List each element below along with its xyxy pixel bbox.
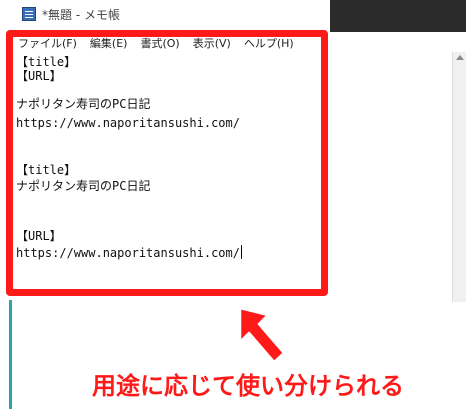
- background-window: [330, 0, 466, 34]
- menu-edit[interactable]: 編集(E): [90, 32, 135, 52]
- notepad-icon: [22, 7, 36, 21]
- arrow-icon: [238, 306, 286, 364]
- annotation-caption: 用途に応じて使い分けられる: [92, 372, 404, 400]
- text-editor[interactable]: 【title】 【URL】 ナポリタン寿司のPC日記 https://www.n…: [12, 52, 452, 302]
- editor-line: ナポリタン寿司のPC日記: [16, 97, 151, 111]
- editor-line: ナポリタン寿司のPC日記: [16, 179, 151, 193]
- window-title: *無題 - メモ帳: [42, 8, 120, 22]
- editor-line: 【URL】: [16, 229, 62, 243]
- menu-help[interactable]: ヘルプ(H): [244, 32, 301, 52]
- menu-file[interactable]: ファイル(F): [18, 32, 84, 52]
- editor-line: 【title】: [16, 163, 77, 177]
- editor-line: https://www.naporitansushi.com/: [16, 116, 240, 130]
- menu-view[interactable]: 表示(V): [193, 32, 238, 52]
- editor-line: 【URL】: [16, 69, 62, 83]
- menu-format[interactable]: 書式(O): [140, 32, 186, 52]
- menu-bar: ファイル(F) 編集(E) 書式(O) 表示(V) ヘルプ(H): [0, 32, 466, 52]
- editor-line-with-caret: https://www.naporitansushi.com/: [16, 245, 242, 261]
- vertical-scrollbar[interactable]: [452, 52, 466, 302]
- editor-line-text: https://www.naporitansushi.com/: [16, 246, 240, 260]
- window-border: [9, 300, 12, 409]
- text-caret: [240, 245, 242, 259]
- scroll-up-icon[interactable]: [456, 55, 464, 60]
